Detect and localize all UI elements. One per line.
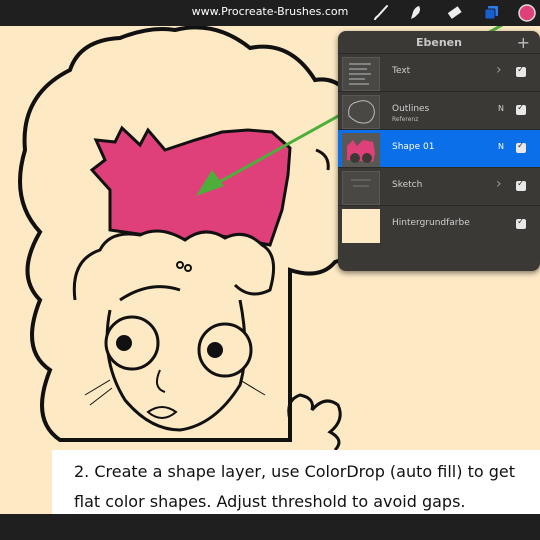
layer-row-text[interactable]: Text › [338, 53, 540, 92]
caption-line-1: 2. Create a shape layer, use ColorDrop (… [74, 462, 515, 481]
layer-name: Text [392, 66, 411, 76]
add-layer-button[interactable]: + [517, 33, 530, 52]
layer-thumbnail [342, 133, 380, 167]
color-swatch-icon[interactable] [517, 3, 537, 23]
layer-name: Shape 01 [392, 142, 435, 152]
blend-mode-label[interactable]: N [498, 104, 504, 113]
layer-visibility-checkbox[interactable] [516, 179, 526, 191]
layer-row-background[interactable]: Hintergrundfarbe [338, 205, 540, 244]
chevron-right-icon[interactable]: › [496, 176, 502, 192]
layers-panel-title: Ebenen [416, 36, 462, 49]
brush-icon[interactable] [371, 3, 391, 23]
top-toolbar: www.Procreate-Brushes.com [0, 0, 540, 26]
layer-thumbnail [342, 209, 380, 243]
layer-visibility-checkbox[interactable] [516, 141, 526, 153]
layer-row-shape-01[interactable]: Shape 01 N [338, 129, 540, 168]
layer-thumbnail [342, 95, 380, 129]
layer-thumbnail [342, 57, 380, 91]
layer-name: Sketch [392, 180, 423, 190]
layer-subtitle: Referenz [392, 116, 419, 123]
smudge-icon[interactable] [405, 3, 425, 23]
layer-visibility-checkbox[interactable] [516, 65, 526, 77]
tutorial-caption: 2. Create a shape layer, use ColorDrop (… [52, 450, 540, 520]
layer-name: Outlines [392, 104, 430, 114]
layers-panel: Ebenen + Text › Outlines Referenz N Shap… [338, 31, 540, 271]
layer-row-outlines[interactable]: Outlines Referenz N [338, 91, 540, 130]
layer-name: Hintergrundfarbe [392, 218, 470, 228]
eraser-icon[interactable] [445, 3, 465, 23]
layer-thumbnail [342, 171, 380, 205]
caption-line-2: flat color shapes. Adjust threshold to a… [74, 492, 466, 511]
layer-visibility-checkbox[interactable] [516, 103, 526, 115]
chevron-right-icon[interactable]: › [496, 62, 502, 78]
layer-visibility-checkbox[interactable] [516, 217, 526, 229]
layers-icon[interactable] [481, 3, 501, 23]
blend-mode-label[interactable]: N [498, 142, 504, 151]
layer-row-sketch[interactable]: Sketch › [338, 167, 540, 206]
bottom-bar [0, 514, 540, 540]
